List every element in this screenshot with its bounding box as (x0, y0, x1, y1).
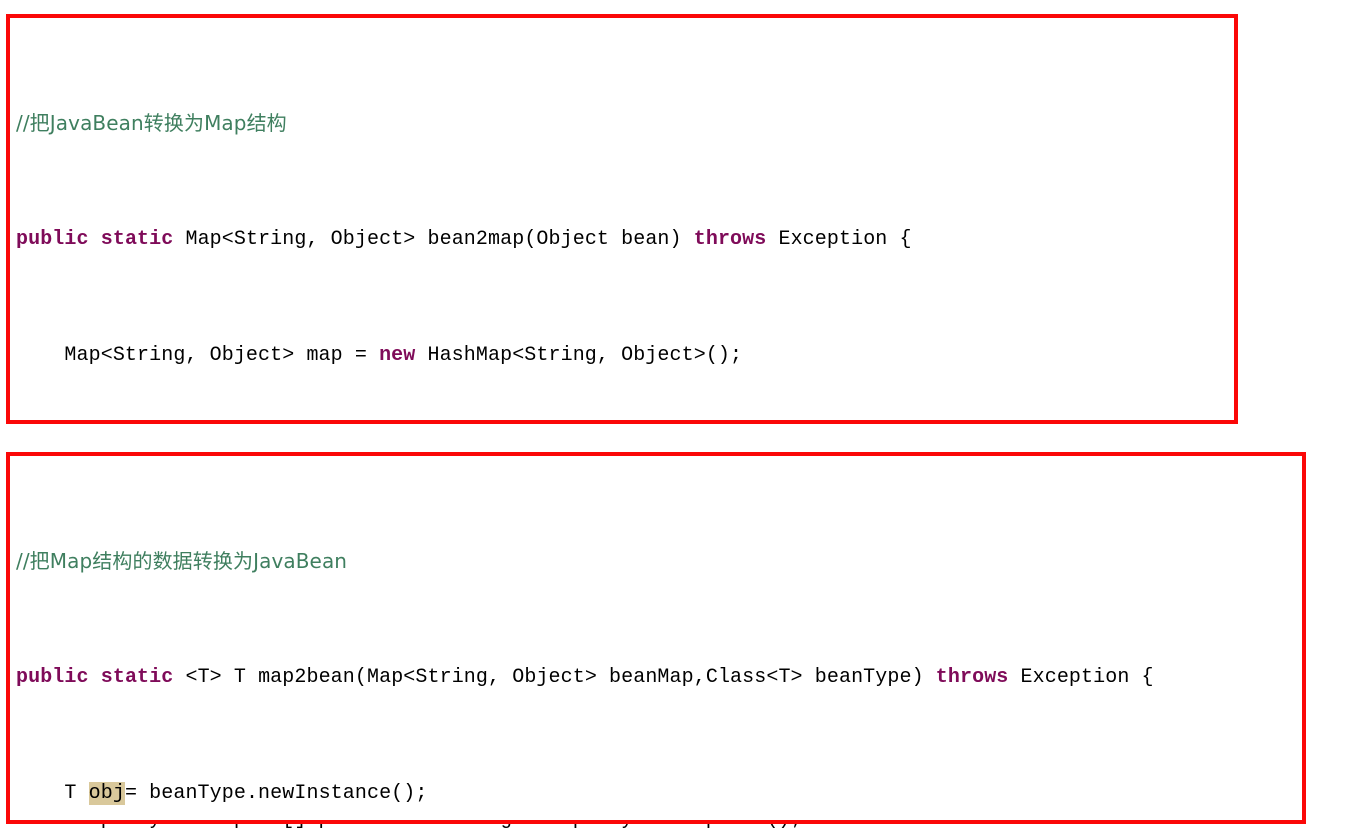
code-text: Map<String, Object> bean2map(Object bean… (173, 228, 694, 251)
comment-text: //把Map结构的数据转换为JavaBean (16, 549, 348, 573)
code-text: <T> T map2bean(Map<String, Object> beanM… (173, 666, 936, 689)
code-line: T obj= beanType.newInstance(); (16, 779, 1154, 808)
keyword-new: new (379, 344, 416, 367)
code-text: HashMap<String, Object>(); (415, 344, 743, 367)
code-line: //把Map结构的数据转换为JavaBean (16, 547, 1154, 576)
code-text: Exception { (766, 228, 912, 251)
code-text: Exception { (1008, 666, 1154, 689)
keyword-public: public (16, 666, 89, 689)
code-block-bean2map: //把JavaBean转换为Map结构 public static Map<St… (6, 14, 1238, 830)
code-line: public static <T> T map2bean(Map<String,… (16, 663, 1154, 692)
code-text: Map<String, Object> map = (16, 344, 380, 367)
code-line: public static Map<String, Object> bean2m… (16, 225, 912, 254)
keyword-throws: throws (935, 666, 1009, 689)
keyword-static: static (100, 666, 174, 689)
code-block-map2bean: //把Map结构的数据转换为JavaBean public static <T>… (6, 452, 1306, 824)
highlighted-variable-obj: obj (88, 782, 125, 805)
code-lines-map2bean: //把Map结构的数据转换为JavaBean public static <T>… (16, 460, 1154, 830)
keyword-public: public (16, 228, 89, 251)
keyword-throws: throws (693, 228, 767, 251)
code-line: //把JavaBean转换为Map结构 (16, 109, 912, 138)
code-text: T (16, 782, 89, 805)
code-text: = beanType.newInstance(); (124, 782, 428, 805)
code-line: Map<String, Object> map = new HashMap<St… (16, 341, 912, 370)
comment-text: //把JavaBean转换为Map结构 (16, 111, 287, 135)
screenshot-root: //把JavaBean转换为Map结构 public static Map<St… (0, 0, 1357, 830)
keyword-static: static (100, 228, 174, 251)
